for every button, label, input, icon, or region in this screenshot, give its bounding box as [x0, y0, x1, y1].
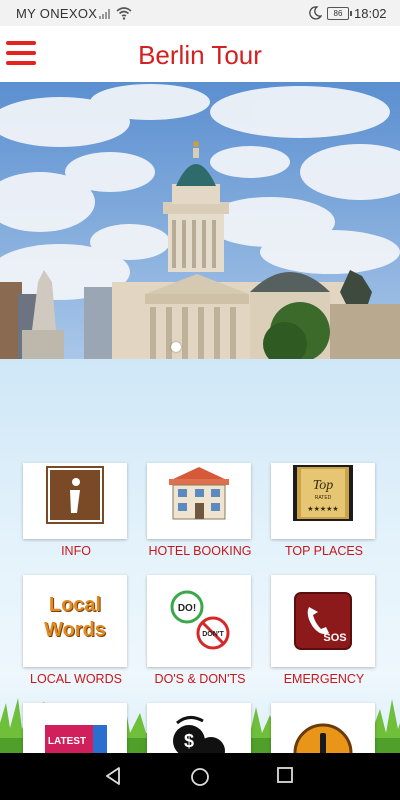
dos-donts-icon: DO! DON'T [170, 590, 230, 650]
tile-label: INFO [61, 544, 91, 558]
info-sign-icon [44, 464, 106, 526]
sos-text: SOS [323, 632, 346, 644]
battery-level: 86 [333, 9, 343, 18]
back-icon[interactable] [104, 767, 122, 785]
app-bar: Berlin Tour [0, 26, 400, 83]
hotel-building-icon [169, 467, 229, 520]
local-words-line-1: Local [48, 594, 102, 616]
navigation-bar [0, 753, 400, 800]
latest-text: LATEST [48, 736, 86, 747]
signal-icon [99, 9, 110, 19]
hero-carousel-image[interactable] [0, 82, 400, 359]
svg-text:★★★★★: ★★★★★ [307, 505, 338, 513]
page-title: Berlin Tour [138, 40, 262, 70]
moon-icon [309, 6, 322, 20]
svg-text:RATED: RATED [315, 495, 332, 501]
do-text: DO! [178, 603, 196, 614]
wifi-icon [116, 7, 132, 20]
status-bar: MY ONEXOX 86 18:02 [0, 0, 400, 26]
dos-donts-card[interactable]: DO! DON'T [147, 575, 251, 667]
local-words-line-2: Words [44, 619, 106, 641]
emergency-card[interactable]: SOS [271, 575, 375, 667]
clock: 18:02 [354, 6, 387, 21]
svg-text:Top: Top [313, 478, 334, 493]
local-words-card[interactable]: Local Words [23, 575, 127, 667]
home-icon[interactable] [190, 767, 210, 787]
tile-label: TOP PLACES [284, 544, 364, 558]
tile-label: LOCAL WORDS [30, 672, 122, 686]
tile-label: EMERGENCY [283, 672, 365, 686]
top-rated-badge-icon: Top RATED ★★★★★ [293, 465, 353, 521]
info-card[interactable] [23, 463, 127, 539]
tile-label: DO'S & DON'TS [154, 672, 246, 686]
hotel-card[interactable] [147, 463, 251, 539]
dont-text: DON'T [202, 631, 224, 638]
recents-icon[interactable] [277, 767, 293, 783]
battery-icon: 86 [327, 7, 352, 20]
carousel-dot-active[interactable] [171, 342, 181, 352]
tile-label: HOTEL BOOKING [148, 544, 252, 558]
sos-phone-icon: SOS [294, 592, 352, 650]
svg-text:$: $ [184, 731, 194, 751]
carrier-name: MY ONEXOX [16, 6, 98, 21]
top-places-card[interactable]: Top RATED ★★★★★ [271, 463, 375, 539]
local-words-icon: Local Words [23, 593, 127, 643]
